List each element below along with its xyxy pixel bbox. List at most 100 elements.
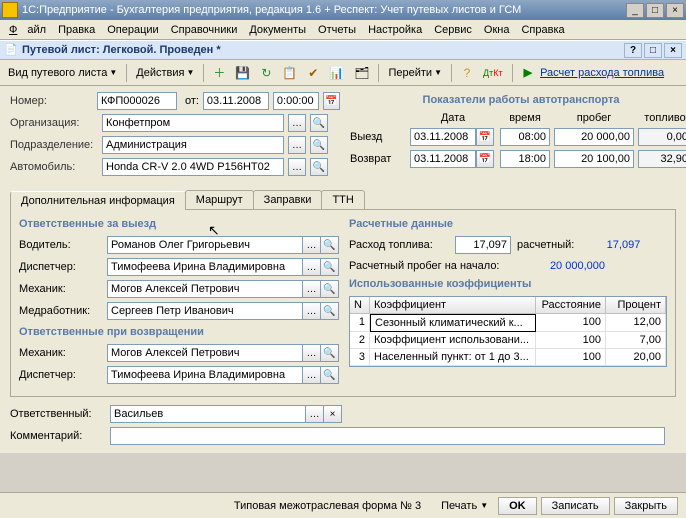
dispatcher-ret-select-icon[interactable]: … (303, 366, 321, 384)
doc-close-button[interactable]: × (664, 43, 682, 58)
help-icon[interactable]: ? (457, 63, 477, 83)
resp-select-icon[interactable]: … (306, 405, 324, 423)
fuel-cons-input[interactable] (455, 236, 511, 254)
date-input[interactable] (203, 92, 269, 110)
minimize-button[interactable]: _ (626, 3, 644, 18)
dept-input[interactable] (102, 136, 284, 154)
play-icon[interactable]: ▶ (524, 66, 532, 79)
car-select-icon[interactable]: … (288, 158, 306, 176)
coeffs-grid[interactable]: N Коэффициент Расстояние Процент 1 Сезон… (349, 296, 667, 367)
app-title: 1С:Предприятие - Бухгалтерия предприятия… (22, 4, 521, 16)
mechanic-ret-select-icon[interactable]: … (303, 344, 321, 362)
col-dist[interactable]: Расстояние (536, 297, 606, 314)
refresh-icon[interactable]: ↻ (256, 63, 276, 83)
driver-input[interactable] (107, 236, 303, 254)
post-icon[interactable]: ✔ (303, 63, 323, 83)
col-pct[interactable]: Процент (606, 297, 666, 314)
dispatcher-ret-input[interactable] (107, 366, 303, 384)
time-input[interactable] (273, 92, 319, 110)
dtkt-icon[interactable]: ДтКт (479, 63, 507, 83)
close-button[interactable]: × (666, 3, 684, 18)
out-date[interactable] (410, 128, 476, 146)
number-label: Номер: (10, 95, 93, 107)
mechanic-out-open-icon[interactable]: 🔍 (321, 280, 339, 298)
dept-open-icon[interactable]: 🔍 (310, 136, 328, 154)
org-open-icon[interactable]: 🔍 (310, 114, 328, 132)
dept-select-icon[interactable]: … (288, 136, 306, 154)
car-input[interactable] (102, 158, 284, 176)
tab-route[interactable]: Маршрут (185, 190, 254, 209)
mechanic-out-select-icon[interactable]: … (303, 280, 321, 298)
mechanic-out-input[interactable] (107, 280, 303, 298)
out-date-cal-icon[interactable]: 📅 (476, 128, 494, 146)
doc-restore-button[interactable]: □ (644, 43, 662, 58)
table-row[interactable]: 1 Сезонный климатический к... 100 12,00 (350, 314, 666, 332)
print-dropdown[interactable]: Печать ▼ (435, 498, 494, 514)
tab-refuel[interactable]: Заправки (253, 190, 323, 209)
org-input[interactable] (102, 114, 284, 132)
driver-open-icon[interactable]: 🔍 (321, 236, 339, 254)
struct-icon[interactable]: 🗂 (350, 63, 373, 83)
menu-setup[interactable]: Настройка (363, 22, 427, 38)
fuel-calc-link[interactable]: Расчет расхода топлива (540, 67, 664, 79)
driver-select-icon[interactable]: … (303, 236, 321, 254)
tab-ttn[interactable]: ТТН (321, 190, 364, 209)
table-row[interactable]: 2 Коэффициент использовани... 100 7,00 (350, 332, 666, 349)
outgoing-title: Ответственные за выезд (19, 218, 339, 230)
dispatcher-out-input[interactable] (107, 258, 303, 276)
resp-input[interactable] (110, 405, 306, 423)
menu-service[interactable]: Сервис (429, 22, 477, 38)
org-select-icon[interactable]: … (288, 114, 306, 132)
menu-windows[interactable]: Окна (479, 22, 515, 38)
dispatcher-ret-label: Диспетчер: (19, 369, 103, 381)
form-number: Типовая межотраслевая форма № 3 (234, 500, 421, 512)
menu-file[interactable]: ФФайлайл (4, 22, 51, 38)
col-k[interactable]: Коэффициент (370, 297, 536, 314)
restore-button[interactable]: □ (646, 3, 664, 18)
calendar-icon[interactable]: 📅 (323, 92, 340, 110)
menu-reports[interactable]: Отчеты (313, 22, 361, 38)
car-open-icon[interactable]: 🔍 (310, 158, 328, 176)
out-time[interactable] (500, 128, 550, 146)
col-date: Дата (410, 112, 496, 124)
copy-icon[interactable]: 📋 (278, 63, 301, 83)
comment-input[interactable] (110, 427, 665, 445)
view-type-dropdown[interactable]: Вид путевого листа▼ (4, 63, 121, 83)
calc-suffix: расчетный: (517, 239, 574, 251)
resp-clear-icon[interactable]: × (324, 405, 342, 423)
new-icon[interactable]: ＋ (209, 63, 229, 83)
dispatcher-out-select-icon[interactable]: … (303, 258, 321, 276)
col-n[interactable]: N (350, 297, 370, 314)
calc-title: Расчетные данные (349, 218, 667, 230)
driver-label: Водитель: (19, 239, 103, 251)
mechanic-ret-input[interactable] (107, 344, 303, 362)
save-button[interactable]: Записать (541, 497, 610, 515)
ret-date[interactable] (410, 150, 476, 168)
mechanic-ret-open-icon[interactable]: 🔍 (321, 344, 339, 362)
ret-date-cal-icon[interactable]: 📅 (476, 150, 494, 168)
dispatcher-ret-open-icon[interactable]: 🔍 (321, 366, 339, 384)
close-button-footer[interactable]: Закрыть (614, 497, 678, 515)
menu-operations[interactable]: Операции (102, 22, 163, 38)
out-mileage[interactable] (554, 128, 634, 146)
menu-help[interactable]: Справка (516, 22, 569, 38)
menu-edit[interactable]: Правка (53, 22, 100, 38)
number-input[interactable] (97, 92, 177, 110)
table-row[interactable]: 3 Населенный пункт: от 1 до 3... 100 20,… (350, 349, 666, 366)
menu-dict[interactable]: Справочники (166, 22, 243, 38)
actions-dropdown[interactable]: Действия▼ (132, 63, 198, 83)
dispatcher-out-open-icon[interactable]: 🔍 (321, 258, 339, 276)
ret-time[interactable] (500, 150, 550, 168)
medic-input[interactable] (107, 302, 303, 320)
main-menu[interactable]: ФФайлайл Правка Операции Справочники Док… (0, 20, 686, 40)
ok-button[interactable]: OK (498, 497, 537, 515)
menu-docs[interactable]: Документы (244, 22, 311, 38)
doc-help-button[interactable]: ? (624, 43, 642, 58)
medic-select-icon[interactable]: … (303, 302, 321, 320)
medic-open-icon[interactable]: 🔍 (321, 302, 339, 320)
report-icon[interactable]: 📊 (325, 63, 348, 83)
save-icon[interactable]: 💾 (231, 63, 254, 83)
ret-mileage[interactable] (554, 150, 634, 168)
goto-dropdown[interactable]: Перейти▼ (384, 63, 446, 83)
tab-additional[interactable]: Дополнительная информация (10, 191, 186, 210)
